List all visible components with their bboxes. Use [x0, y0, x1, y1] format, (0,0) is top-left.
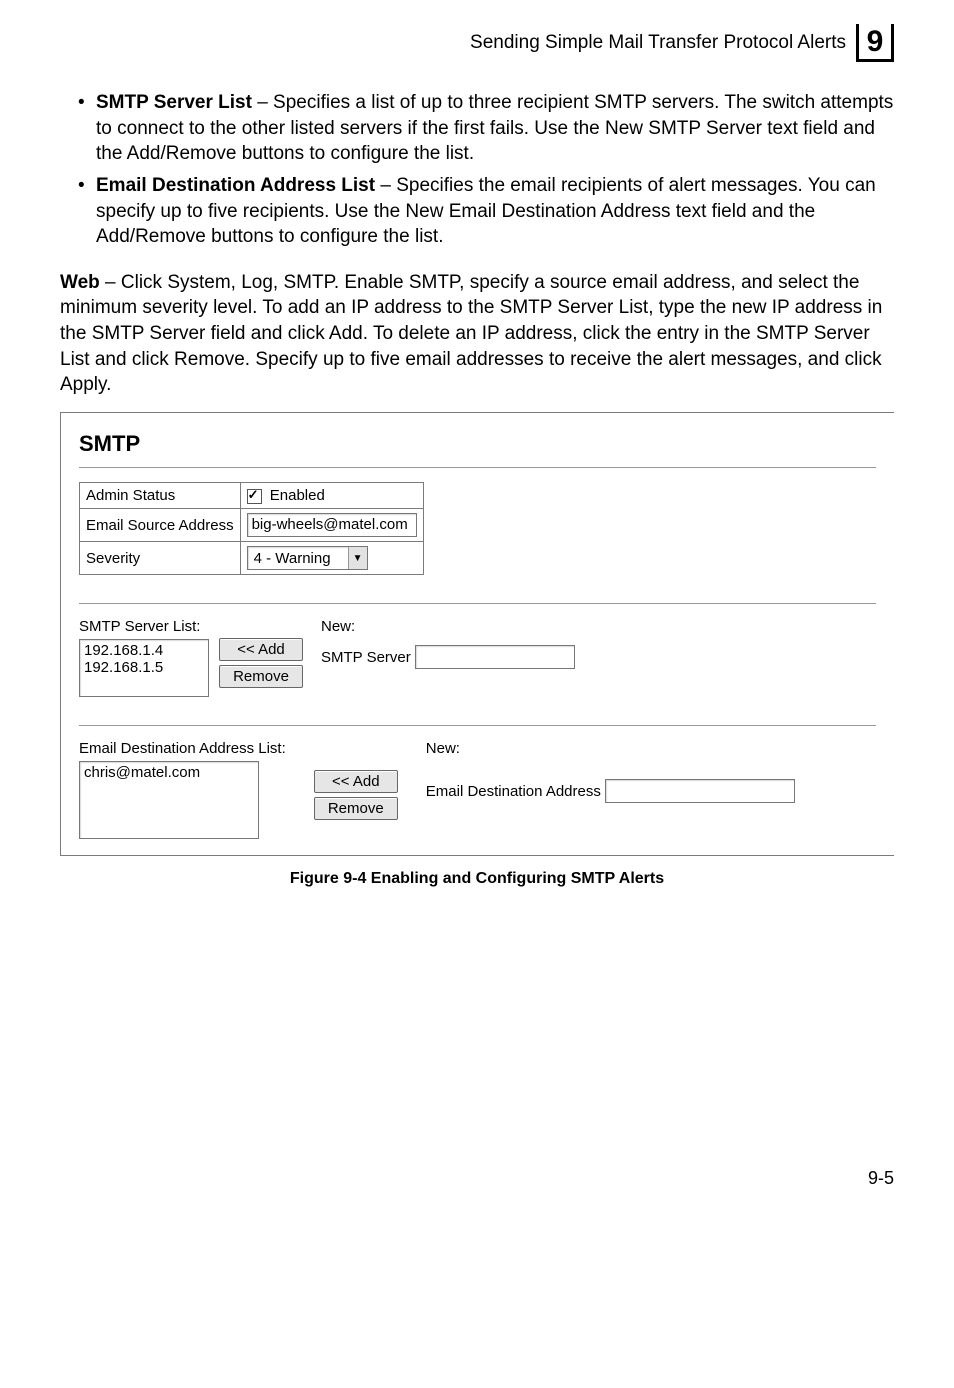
table-row: Severity 4 - Warning ▼ [80, 542, 424, 575]
web-paragraph: Web – Click System, Log, SMTP. Enable SM… [60, 270, 894, 398]
email-remove-button[interactable]: Remove [314, 797, 398, 820]
page-header: Sending Simple Mail Transfer Protocol Al… [60, 24, 894, 62]
feature-bullets: SMTP Server List – Specifies a list of u… [60, 90, 894, 250]
smtp-remove-button[interactable]: Remove [219, 665, 303, 688]
email-source-input[interactable]: big-wheels@matel.com [247, 513, 417, 537]
list-item[interactable]: chris@matel.com [84, 764, 254, 781]
email-dest-listbox[interactable]: chris@matel.com [79, 761, 259, 839]
enabled-checkbox[interactable] [247, 489, 262, 504]
severity-value: 4 - Warning [248, 550, 348, 567]
smtp-add-button[interactable]: << Add [219, 638, 303, 661]
admin-status-label: Admin Status [80, 483, 241, 509]
smtp-server-listbox[interactable]: 192.168.1.4 192.168.1.5 [79, 639, 209, 697]
enabled-label: Enabled [270, 487, 325, 504]
admin-status-cell: Enabled [240, 483, 423, 509]
table-row: Admin Status Enabled [80, 483, 424, 509]
email-dest-list-section: Email Destination Address List: chris@ma… [79, 740, 876, 839]
email-add-button[interactable]: << Add [314, 770, 398, 793]
list-item[interactable]: 192.168.1.4 [84, 642, 204, 659]
smtp-config-panel: SMTP Admin Status Enabled Email Source A… [60, 412, 894, 856]
separator [79, 467, 876, 468]
separator [79, 603, 876, 604]
smtp-server-list-section: SMTP Server List: 192.168.1.4 192.168.1.… [79, 618, 876, 697]
severity-cell: 4 - Warning ▼ [240, 542, 423, 575]
smtp-server-input[interactable] [415, 645, 575, 669]
web-term: Web [60, 272, 100, 293]
web-text: – Click System, Log, SMTP. Enable SMTP, … [60, 272, 882, 396]
bullet-term: SMTP Server List [96, 92, 252, 113]
bullet-term: Email Destination Address List [96, 175, 375, 196]
email-source-cell: big-wheels@matel.com [240, 509, 423, 542]
email-dest-input[interactable] [605, 779, 795, 803]
chapter-number-icon: 9 [856, 24, 894, 62]
list-item[interactable]: 192.168.1.5 [84, 659, 204, 676]
email-input-label: Email Destination Address [426, 783, 601, 800]
chevron-down-icon: ▼ [348, 547, 367, 569]
table-row: Email Source Address big-wheels@matel.co… [80, 509, 424, 542]
page-number: 9-5 [60, 1168, 894, 1189]
severity-select[interactable]: 4 - Warning ▼ [247, 546, 368, 570]
email-new-label: New: [426, 740, 795, 757]
separator [79, 725, 876, 726]
smtp-new-label: New: [321, 618, 575, 635]
header-title: Sending Simple Mail Transfer Protocol Al… [470, 32, 846, 54]
bullet-email-dest-list: Email Destination Address List – Specifi… [78, 173, 894, 250]
figure-caption: Figure 9-4 Enabling and Configuring SMTP… [60, 870, 894, 888]
config-table: Admin Status Enabled Email Source Addres… [79, 482, 424, 575]
email-list-label: Email Destination Address List: [79, 740, 286, 757]
smtp-list-label: SMTP Server List: [79, 618, 209, 635]
bullet-smtp-server-list: SMTP Server List – Specifies a list of u… [78, 90, 894, 167]
email-source-label: Email Source Address [80, 509, 241, 542]
smtp-input-label: SMTP Server [321, 649, 411, 666]
panel-title: SMTP [79, 431, 876, 457]
severity-label: Severity [80, 542, 241, 575]
